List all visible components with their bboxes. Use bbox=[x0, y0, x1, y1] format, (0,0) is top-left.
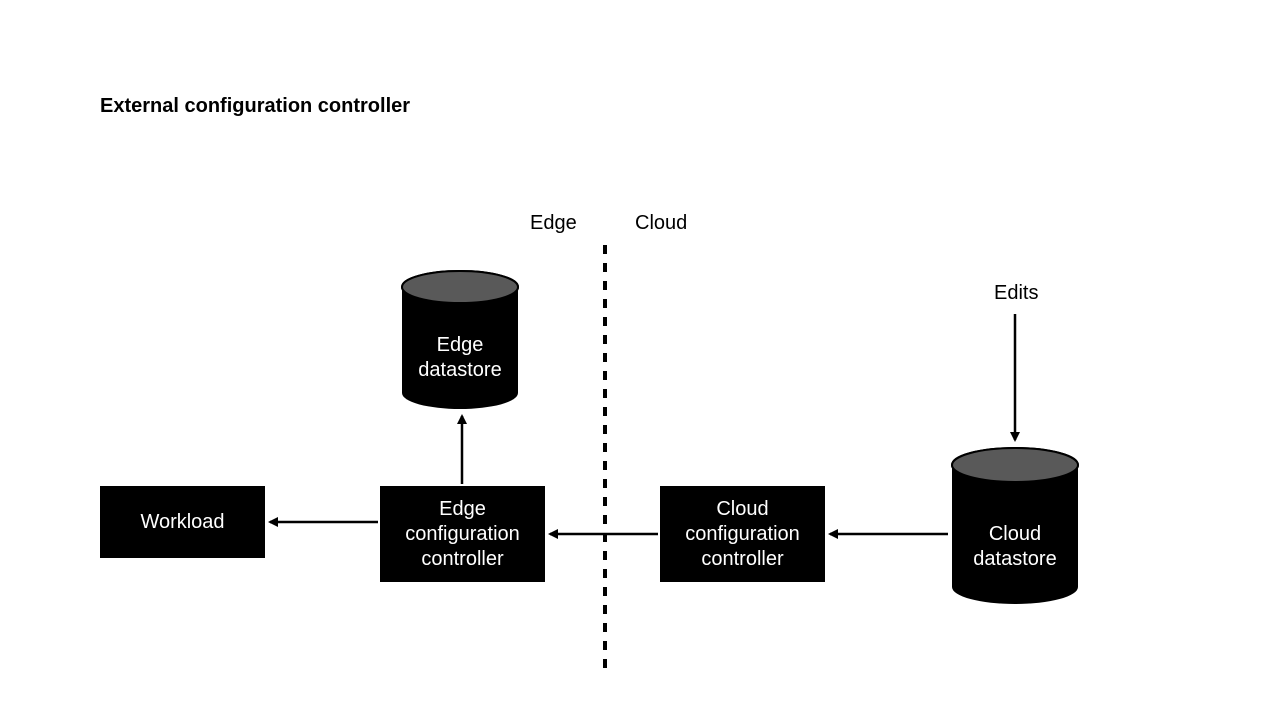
edge-datastore-node: Edge datastore bbox=[400, 269, 520, 411]
cloud-datastore-label: Cloud datastore bbox=[950, 522, 1080, 572]
cloud-config-controller-label: Cloud configuration controller bbox=[660, 497, 825, 572]
diagram-title: External configuration controller bbox=[100, 95, 410, 118]
edge-config-controller-node: Edge configuration controller bbox=[380, 486, 545, 582]
cloud-config-controller-node: Cloud configuration controller bbox=[660, 486, 825, 582]
workload-node: Workload bbox=[100, 486, 265, 558]
edge-datastore-label: Edge datastore bbox=[400, 333, 520, 383]
edge-config-controller-label: Edge configuration controller bbox=[380, 497, 545, 572]
cloud-datastore-node: Cloud datastore bbox=[950, 446, 1080, 606]
cloud-region-label: Cloud bbox=[635, 212, 687, 235]
edits-label: Edits bbox=[994, 282, 1038, 305]
edge-region-label: Edge bbox=[530, 212, 577, 235]
workload-label: Workload bbox=[140, 510, 224, 535]
